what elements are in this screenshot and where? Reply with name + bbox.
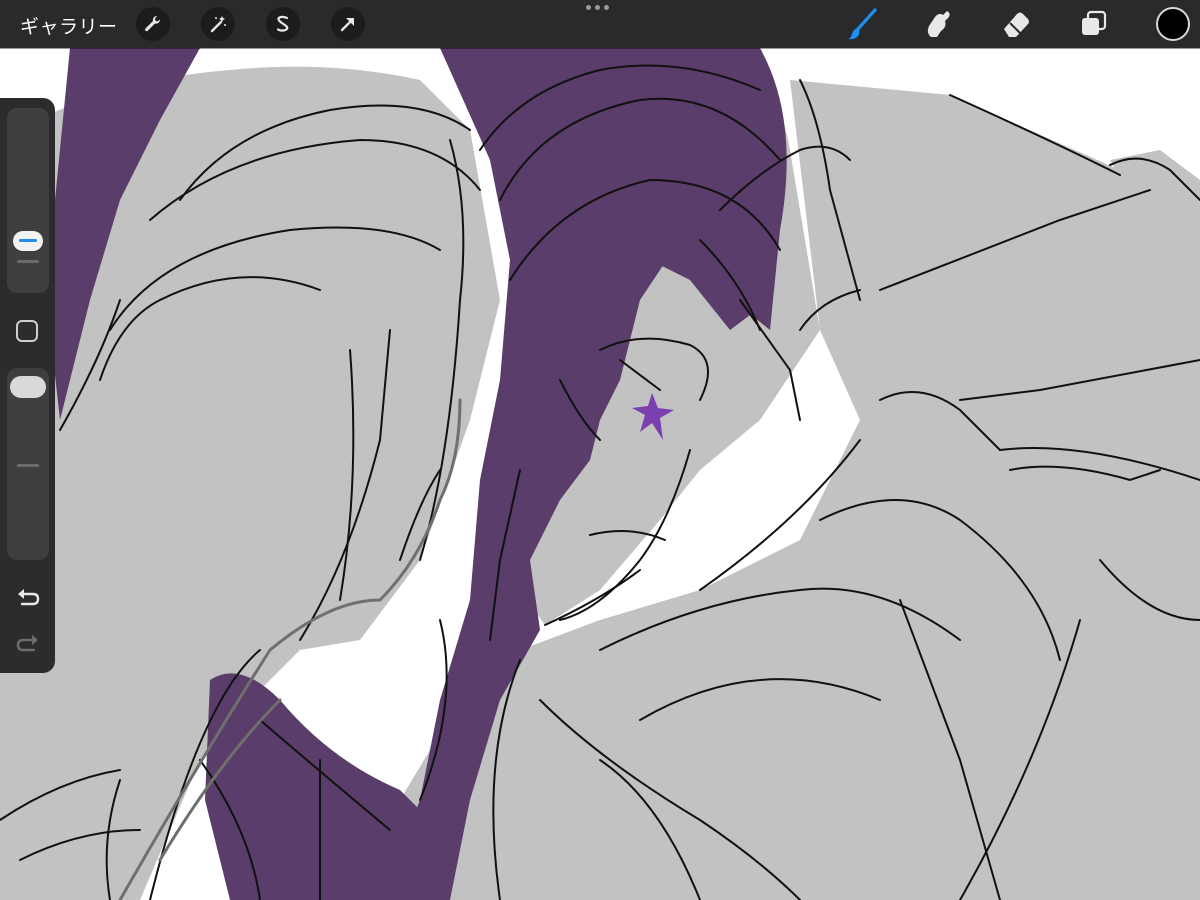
eraser-icon (1004, 12, 1029, 37)
redo-icon[interactable] (14, 631, 42, 659)
drawing-canvas[interactable] (0, 0, 1200, 900)
eraser-tool-button[interactable] (998, 6, 1034, 42)
brush-size-indicator (19, 239, 37, 242)
slider-tick (17, 260, 39, 263)
actions-button[interactable] (136, 7, 170, 41)
dot (595, 5, 600, 10)
undo-icon[interactable] (14, 585, 42, 613)
wrench-icon (145, 15, 161, 32)
selection-icon (276, 15, 289, 32)
transform-arrow-icon (340, 18, 354, 32)
layers-button[interactable] (1076, 6, 1112, 42)
more-options-handle[interactable] (586, 5, 609, 10)
layers-icon (1082, 10, 1107, 35)
brush-size-slider[interactable] (7, 108, 49, 293)
brush-icon (848, 8, 877, 40)
magic-wand-icon (210, 16, 226, 33)
dot (586, 5, 591, 10)
brush-size-handle[interactable] (13, 231, 43, 251)
smudge-tool-button[interactable] (920, 6, 956, 42)
dot (604, 5, 609, 10)
side-bar (0, 98, 55, 673)
adjustments-button[interactable] (201, 7, 235, 41)
opacity-handle[interactable] (10, 376, 46, 398)
color-picker-button[interactable] (1156, 7, 1190, 41)
selection-button[interactable] (266, 7, 300, 41)
modify-button[interactable] (16, 320, 38, 342)
slider-tick (17, 464, 39, 467)
smudge-icon (927, 11, 950, 37)
gallery-button[interactable]: ギャラリー (20, 12, 118, 39)
transform-button[interactable] (331, 7, 365, 41)
top-toolbar: ギャラリー (0, 0, 1200, 48)
brush-tool-button[interactable] (844, 6, 880, 42)
